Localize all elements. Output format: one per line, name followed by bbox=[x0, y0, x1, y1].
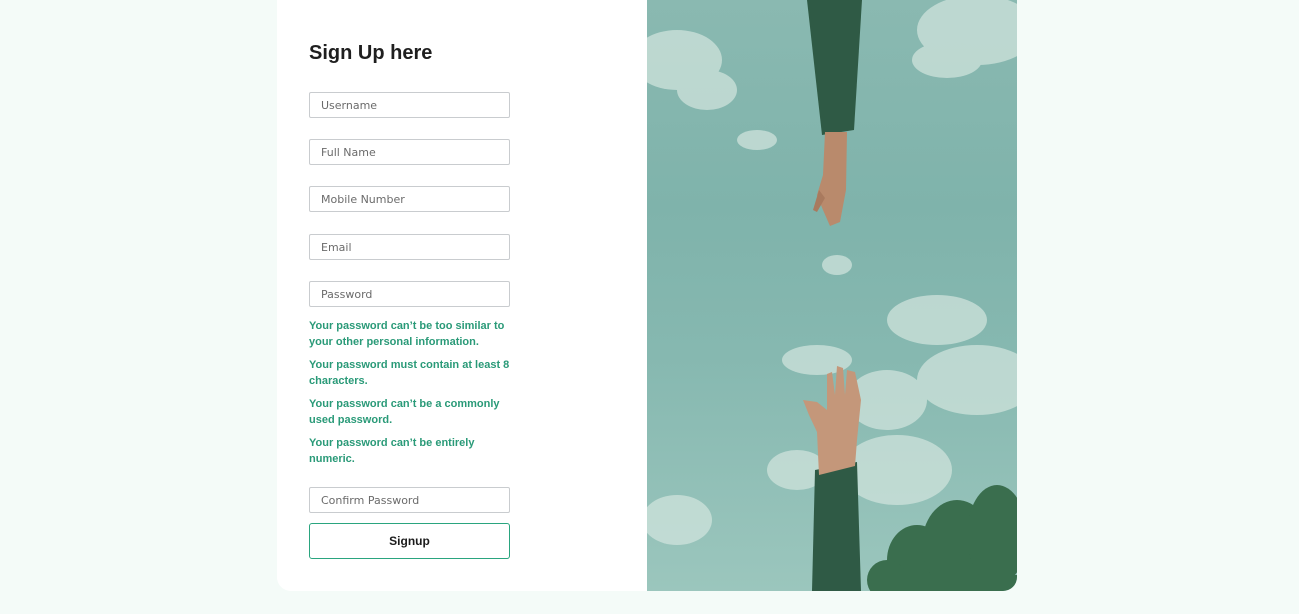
password-help-item: Your password can’t be too similar to yo… bbox=[309, 320, 505, 348]
email-input[interactable] bbox=[309, 234, 510, 260]
confirm-password-input[interactable] bbox=[309, 487, 510, 513]
signup-button[interactable]: Signup bbox=[309, 523, 510, 559]
username-input[interactable] bbox=[309, 92, 510, 118]
password-help-list: Your password can’t be too similar to yo… bbox=[309, 318, 514, 474]
password-help-item: Your password must contain at least 8 ch… bbox=[309, 359, 510, 387]
page-title: Sign Up here bbox=[309, 42, 433, 64]
reaching-hands-image bbox=[647, 0, 1017, 591]
full-name-input[interactable] bbox=[309, 139, 510, 165]
signup-form: Sign Up here Your password can’t be too … bbox=[277, 0, 647, 591]
password-help-item: Your password can’t be entirely numeric. bbox=[309, 437, 475, 465]
password-input[interactable] bbox=[309, 281, 510, 307]
password-help-item: Your password can’t be a commonly used p… bbox=[309, 398, 500, 426]
mobile-number-input[interactable] bbox=[309, 186, 510, 212]
signup-card: Sign Up here Your password can’t be too … bbox=[277, 0, 1017, 591]
sky-illustration bbox=[647, 0, 1017, 591]
